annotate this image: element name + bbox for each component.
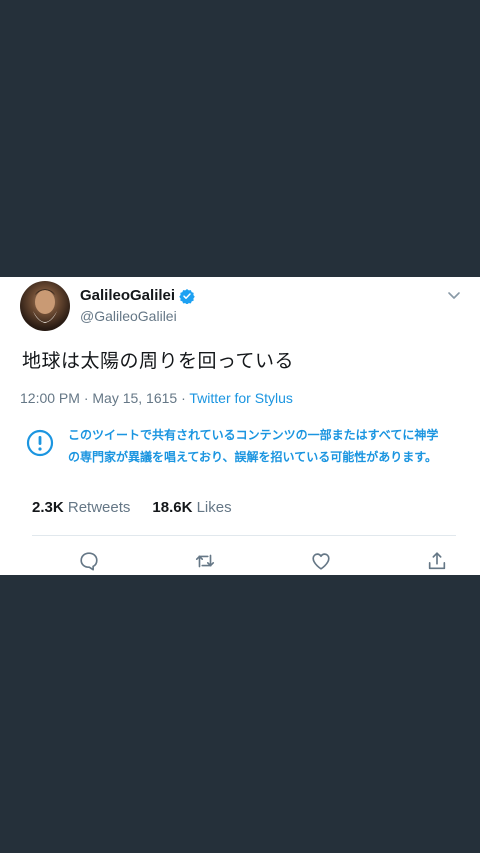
tweet-text: 地球は太陽の周りを回っている [22, 350, 295, 372]
tweet-source[interactable]: Twitter for Stylus [189, 390, 292, 406]
retweets-label: Retweets [67, 499, 131, 516]
likes-count: 18.6K [152, 499, 193, 516]
handle[interactable]: @GalileoGalilei [80, 308, 177, 324]
divider [32, 535, 456, 536]
retweets-stat[interactable]: 2.3K Retweets [32, 499, 130, 516]
likes-label: Likes [196, 499, 232, 516]
avatar[interactable] [20, 281, 70, 331]
tweet-card: GalileoGalilei @GalileoGalilei 地球は太陽の周りを… [0, 277, 480, 575]
display-name[interactable]: GalileoGalilei [80, 287, 175, 304]
like-icon[interactable] [310, 550, 332, 572]
reply-icon[interactable] [78, 550, 100, 572]
timestamp[interactable]: 12:00 PM · May 15, 1615 · [20, 390, 189, 406]
tweet-meta: 12:00 PM · May 15, 1615 · Twitter for St… [20, 390, 293, 406]
share-icon[interactable] [426, 550, 448, 572]
retweets-count: 2.3K [32, 499, 64, 516]
retweet-icon[interactable] [194, 550, 216, 572]
likes-stat[interactable]: 18.6K Likes [152, 499, 231, 516]
verified-badge-icon [179, 288, 195, 304]
notice-line-1: このツイートで共有されているコンテンツの一部またはすべてに神学 [68, 428, 439, 442]
alert-circle-icon [26, 429, 54, 457]
misleading-notice[interactable]: このツイートで共有されているコンテンツの一部またはすべてに神学 の専門家が異議を… [68, 424, 473, 468]
chevron-down-icon[interactable] [446, 287, 462, 303]
notice-line-2: の専門家が異議を唱えており、誤解を招いている可能性があります。 [68, 450, 438, 464]
engagement-stats: 2.3K Retweets 18.6K Likes [32, 499, 232, 516]
